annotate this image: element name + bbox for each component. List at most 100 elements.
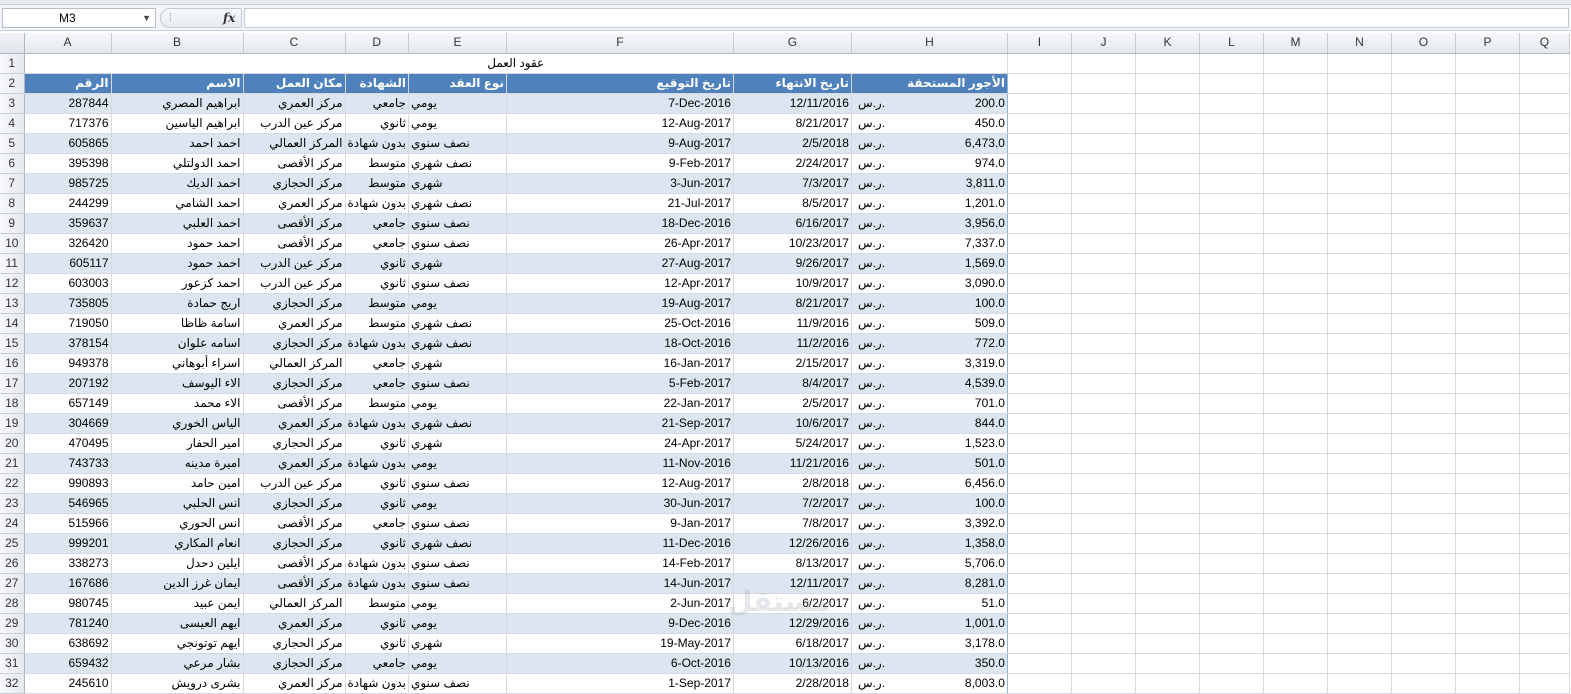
cell-id[interactable]: 949378 <box>23 353 112 374</box>
cell[interactable] <box>1135 133 1200 154</box>
cell[interactable] <box>1327 133 1392 154</box>
row-header[interactable]: 14 <box>0 313 25 334</box>
cell-wage[interactable]: ر.س. 501.0 <box>851 453 1008 474</box>
cell[interactable] <box>1391 373 1456 394</box>
cell-contract[interactable]: نصف سنوي <box>408 133 507 154</box>
table-header-cell[interactable]: الرقم <box>23 73 112 94</box>
cell[interactable] <box>1071 73 1136 94</box>
cell-contract[interactable]: يومي <box>408 453 507 474</box>
cell-place[interactable]: مركز العمري <box>243 453 346 474</box>
cell[interactable] <box>1391 293 1456 314</box>
cell[interactable] <box>1455 633 1520 654</box>
cell[interactable] <box>1519 633 1570 654</box>
cell-degree[interactable]: ثانوي <box>345 533 409 554</box>
cell[interactable] <box>1135 353 1200 374</box>
cell[interactable] <box>1199 553 1264 574</box>
cell-name[interactable]: الاء اليوسف <box>111 373 244 394</box>
cell-degree[interactable]: بدون شهادة <box>345 453 409 474</box>
cell-wage[interactable]: ر.س. 1,523.0 <box>851 433 1008 454</box>
cell[interactable] <box>1327 593 1392 614</box>
cell-sign[interactable]: 18-Dec-2016 <box>506 213 734 234</box>
cell[interactable] <box>1263 393 1328 414</box>
cell-name[interactable]: ايمن عبيد <box>111 593 244 614</box>
cell[interactable] <box>1135 573 1200 594</box>
cell[interactable] <box>1007 253 1072 274</box>
cell-end[interactable]: 10/13/2016 <box>733 653 852 674</box>
cell-id[interactable]: 605865 <box>23 133 112 154</box>
cell-end[interactable]: 6/16/2017 <box>733 213 852 234</box>
cell[interactable] <box>1519 553 1570 574</box>
row-header[interactable]: 3 <box>0 93 25 114</box>
cell-contract[interactable]: نصف شهري <box>408 333 507 354</box>
row-header[interactable]: 13 <box>0 293 25 314</box>
select-all-corner[interactable] <box>0 33 25 54</box>
cell[interactable] <box>1263 153 1328 174</box>
cell[interactable] <box>1071 473 1136 494</box>
cell-contract[interactable]: يومي <box>408 613 507 634</box>
cell-contract[interactable]: نصف سنوي <box>408 573 507 594</box>
row-header[interactable]: 20 <box>0 433 25 454</box>
cell-wage[interactable]: ر.س. 772.0 <box>851 333 1008 354</box>
cell[interactable] <box>1519 533 1570 554</box>
cell[interactable] <box>1135 453 1200 474</box>
cell[interactable] <box>1135 153 1200 174</box>
row-header[interactable]: 16 <box>0 353 25 374</box>
cell-name[interactable]: ايمان غرز الدين <box>111 573 244 594</box>
cell[interactable] <box>1519 213 1570 234</box>
formula-input[interactable] <box>244 8 1569 28</box>
cell-contract[interactable]: نصف سنوي <box>408 273 507 294</box>
cell-end[interactable]: 8/21/2017 <box>733 293 852 314</box>
cell-place[interactable]: المركز العمالي <box>243 353 346 374</box>
cell[interactable] <box>1391 533 1456 554</box>
cell[interactable] <box>1519 153 1570 174</box>
cell-degree[interactable]: جامعي <box>345 233 409 254</box>
cell-id[interactable]: 717376 <box>23 113 112 134</box>
cell[interactable] <box>1263 233 1328 254</box>
column-header-g[interactable]: G <box>733 33 852 54</box>
cell[interactable] <box>1391 213 1456 234</box>
cell-end[interactable]: 10/9/2017 <box>733 273 852 294</box>
cell[interactable] <box>1519 673 1570 694</box>
cell[interactable] <box>1135 433 1200 454</box>
cell[interactable] <box>1199 513 1264 534</box>
cell[interactable] <box>1007 333 1072 354</box>
cell[interactable] <box>1519 233 1570 254</box>
cell[interactable] <box>1007 73 1072 94</box>
cell-id[interactable]: 605117 <box>23 253 112 274</box>
cell-name[interactable]: اسامه علوان <box>111 333 244 354</box>
cell-sign[interactable]: 9-Dec-2016 <box>506 613 734 634</box>
cell-sign[interactable]: 12-Aug-2017 <box>506 473 734 494</box>
cell[interactable] <box>1135 73 1200 94</box>
cell[interactable] <box>1263 553 1328 574</box>
cell[interactable] <box>1135 233 1200 254</box>
cell[interactable] <box>1263 493 1328 514</box>
cell-name[interactable]: امين حامد <box>111 473 244 494</box>
cell-contract[interactable]: يومي <box>408 493 507 514</box>
cell-place[interactable]: مركز الحجازي <box>243 493 346 514</box>
cell[interactable] <box>1455 113 1520 134</box>
cell[interactable] <box>1263 413 1328 434</box>
cell-end[interactable]: 8/21/2017 <box>733 113 852 134</box>
cell-wage[interactable]: ر.س. 3,178.0 <box>851 633 1008 654</box>
cell[interactable] <box>1519 593 1570 614</box>
cell[interactable] <box>1007 53 1072 74</box>
cell-end[interactable]: 11/2/2016 <box>733 333 852 354</box>
cell[interactable] <box>1327 253 1392 274</box>
cell[interactable] <box>1455 133 1520 154</box>
cell-id[interactable]: 304669 <box>23 413 112 434</box>
cell[interactable] <box>1135 633 1200 654</box>
cell-end[interactable]: 8/5/2017 <box>733 193 852 214</box>
cell[interactable] <box>1455 473 1520 494</box>
cell[interactable] <box>1519 273 1570 294</box>
cell-place[interactable]: مركز الحجازي <box>243 633 346 654</box>
cell[interactable] <box>1007 673 1072 694</box>
cell-wage[interactable]: ر.س. 1,201.0 <box>851 193 1008 214</box>
cell-sign[interactable]: 16-Jan-2017 <box>506 353 734 374</box>
cell[interactable] <box>1071 313 1136 334</box>
row-header[interactable]: 26 <box>0 553 25 574</box>
cell[interactable] <box>1071 653 1136 674</box>
cell-sign[interactable]: 25-Oct-2016 <box>506 313 734 334</box>
cell-wage[interactable]: ر.س. 6,473.0 <box>851 133 1008 154</box>
cell[interactable] <box>1391 653 1456 674</box>
cell-sign[interactable]: 6-Oct-2016 <box>506 653 734 674</box>
